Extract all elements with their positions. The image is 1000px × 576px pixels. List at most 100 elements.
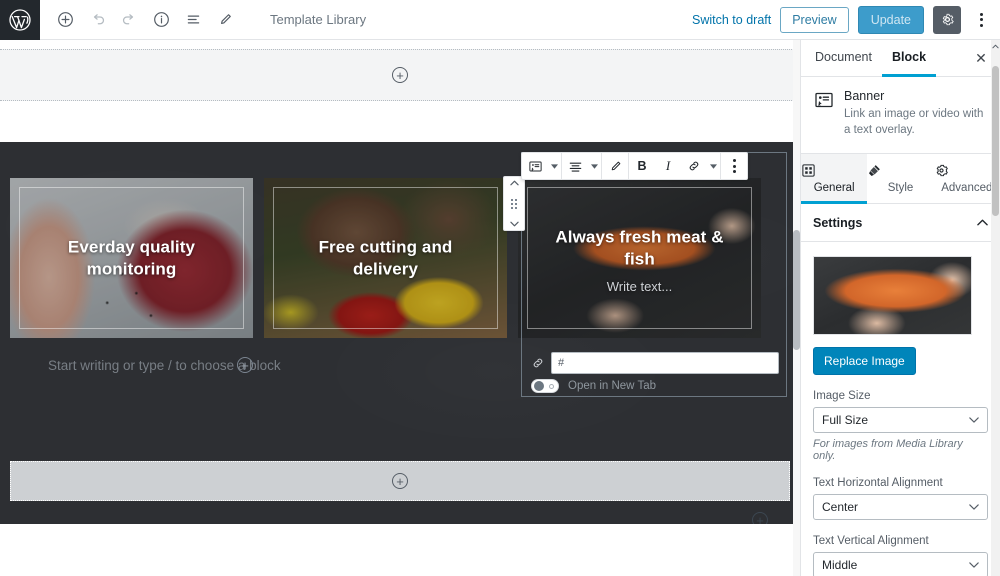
- link-icon[interactable]: [681, 153, 707, 179]
- block-type-group: [522, 153, 562, 179]
- text-horizontal-alignment-select[interactable]: Center: [813, 493, 988, 520]
- align-center-icon[interactable]: [562, 153, 588, 179]
- subtab-advanced-label: Advanced: [941, 181, 993, 194]
- chevron-down-icon: [969, 416, 979, 423]
- text-vertical-alignment-field: Text Vertical Alignment Middle: [813, 535, 988, 576]
- top-block-appender[interactable]: +: [0, 49, 800, 101]
- bottom-block-appender[interactable]: +: [10, 461, 790, 501]
- formatting-group: B I: [629, 153, 721, 179]
- undo-button[interactable]: [82, 5, 112, 35]
- text-horizontal-alignment-label: Text Horizontal Alignment: [813, 476, 943, 489]
- chevron-down-icon: [969, 561, 979, 568]
- bold-icon[interactable]: B: [629, 153, 655, 179]
- italic-icon[interactable]: I: [655, 153, 681, 179]
- block-mover-controls[interactable]: [503, 176, 525, 231]
- link-settings-row: [531, 352, 779, 374]
- image-size-help: For images from Media Library only.: [813, 437, 963, 462]
- top-bar-left-tools: Template Library: [40, 0, 366, 39]
- sidebar-tabs: Document Block ✕: [801, 40, 1000, 77]
- open-in-new-tab-label: Open in New Tab: [568, 380, 657, 392]
- banner-caption[interactable]: Everday quality monitoring: [10, 236, 253, 280]
- chevron-up-icon[interactable]: [509, 180, 519, 186]
- block-card-name: Banner: [844, 89, 885, 103]
- block-navigation-button[interactable]: [178, 5, 208, 35]
- block-card-text: Banner Link an image or video with a tex…: [844, 89, 988, 139]
- edit-mode-button[interactable]: [210, 5, 240, 35]
- gear-icon[interactable]: [933, 5, 961, 34]
- plus-circle-icon[interactable]: +: [392, 473, 408, 489]
- plus-circle-icon[interactable]: +: [392, 67, 408, 83]
- document-title: Template Library: [270, 12, 367, 27]
- chevron-down-icon[interactable]: [509, 221, 519, 227]
- chevron-down-icon: [969, 503, 979, 510]
- sidebar-scrollbar-thumb[interactable]: [992, 66, 999, 216]
- chevron-down-icon[interactable]: [707, 153, 720, 179]
- layout-grid-icon: [801, 163, 867, 178]
- settings-panel-header[interactable]: Settings: [801, 204, 1000, 242]
- banner-block-icon[interactable]: [522, 153, 548, 179]
- top-bar-right-tools: Switch to draft Preview Update: [692, 0, 1000, 39]
- text-vertical-alignment-value: Middle: [822, 557, 858, 572]
- replace-image-button[interactable]: Replace Image: [813, 346, 916, 375]
- subtab-style[interactable]: Style: [867, 154, 933, 204]
- redo-button[interactable]: [114, 5, 144, 35]
- link-icon: [531, 356, 545, 370]
- text-vertical-alignment-select[interactable]: Middle: [813, 551, 988, 576]
- chevron-down-icon[interactable]: [588, 153, 601, 179]
- wordpress-logo-icon[interactable]: [0, 0, 40, 40]
- open-in-new-tab-row[interactable]: Open in New Tab: [531, 379, 656, 393]
- block-card-description: Link an image or video with a text overl…: [844, 108, 984, 137]
- preview-button[interactable]: Preview: [780, 6, 849, 33]
- image-thumbnail[interactable]: [813, 255, 972, 335]
- image-size-value: Full Size: [822, 412, 869, 427]
- editor-body: + Everday quality monitoring Free cuttin…: [0, 40, 1000, 576]
- banner-block-icon: [813, 89, 835, 111]
- subtab-general[interactable]: General: [801, 153, 868, 204]
- settings-panel-title: Settings: [813, 215, 863, 230]
- chevron-up-icon[interactable]: [977, 219, 988, 226]
- sidebar-subtabs: General Style Advanced: [801, 153, 1000, 204]
- subtab-style-label: Style: [887, 181, 914, 194]
- editor-canvas-area: + Everday quality monitoring Free cuttin…: [0, 40, 800, 576]
- block-options-group: [721, 153, 747, 179]
- chevron-down-icon[interactable]: [548, 153, 561, 179]
- empty-paragraph-block[interactable]: + Start writing or type / to choose a bl…: [10, 350, 500, 380]
- text-horizontal-alignment-value: Center: [822, 499, 859, 514]
- wordpress-block-editor: Template Library Switch to draft Preview…: [0, 0, 1000, 576]
- scroll-up-arrow-icon[interactable]: [991, 40, 1000, 53]
- block-toolbar: B I: [521, 152, 748, 180]
- alignment-group: [562, 153, 602, 179]
- link-url-input[interactable]: [551, 352, 779, 374]
- image-size-field: Image Size Full Size For images from Med…: [813, 390, 988, 462]
- text-vertical-alignment-label: Text Vertical Alignment: [813, 534, 929, 547]
- settings-sidebar: Document Block ✕ Banner Link an image or…: [800, 40, 1000, 576]
- text-horizontal-alignment-field: Text Horizontal Alignment Center: [813, 477, 988, 520]
- banner-block-2[interactable]: Free cutting and delivery: [264, 178, 507, 338]
- add-block-button[interactable]: [50, 5, 80, 35]
- dark-section-block[interactable]: Everday quality monitoring Free cutting …: [0, 142, 800, 524]
- image-size-select[interactable]: Full Size: [813, 406, 988, 433]
- open-in-new-tab-toggle[interactable]: [531, 379, 559, 393]
- editor-scrollbar[interactable]: [793, 40, 800, 576]
- update-button[interactable]: Update: [857, 5, 924, 34]
- pencil-icon[interactable]: [602, 153, 628, 179]
- banner-block-1[interactable]: Everday quality monitoring: [10, 178, 253, 338]
- editor-top-bar: Template Library Switch to draft Preview…: [0, 0, 1000, 40]
- sidebar-scrollbar[interactable]: [991, 40, 1000, 576]
- subtab-general-label: General: [813, 181, 855, 194]
- tab-block[interactable]: Block: [881, 40, 937, 77]
- drag-handle-icon[interactable]: [511, 198, 517, 209]
- plus-circle-icon[interactable]: +: [237, 357, 253, 373]
- kebab-menu-icon[interactable]: [970, 6, 992, 34]
- tab-document[interactable]: Document: [805, 40, 882, 77]
- settings-panel-body: Replace Image Image Size Full Size For i…: [801, 242, 1000, 576]
- image-size-label: Image Size: [813, 389, 871, 402]
- banner-caption[interactable]: Free cutting and delivery: [264, 236, 507, 280]
- plus-circle-icon[interactable]: +: [752, 512, 768, 524]
- switch-to-draft-link[interactable]: Switch to draft: [692, 13, 771, 27]
- kebab-menu-icon[interactable]: [721, 153, 747, 179]
- brush-icon: [867, 163, 933, 178]
- content-info-button[interactable]: [146, 5, 176, 35]
- editor-scrollbar-thumb[interactable]: [793, 230, 800, 350]
- salmon-fillet-thumbnail: [814, 256, 971, 334]
